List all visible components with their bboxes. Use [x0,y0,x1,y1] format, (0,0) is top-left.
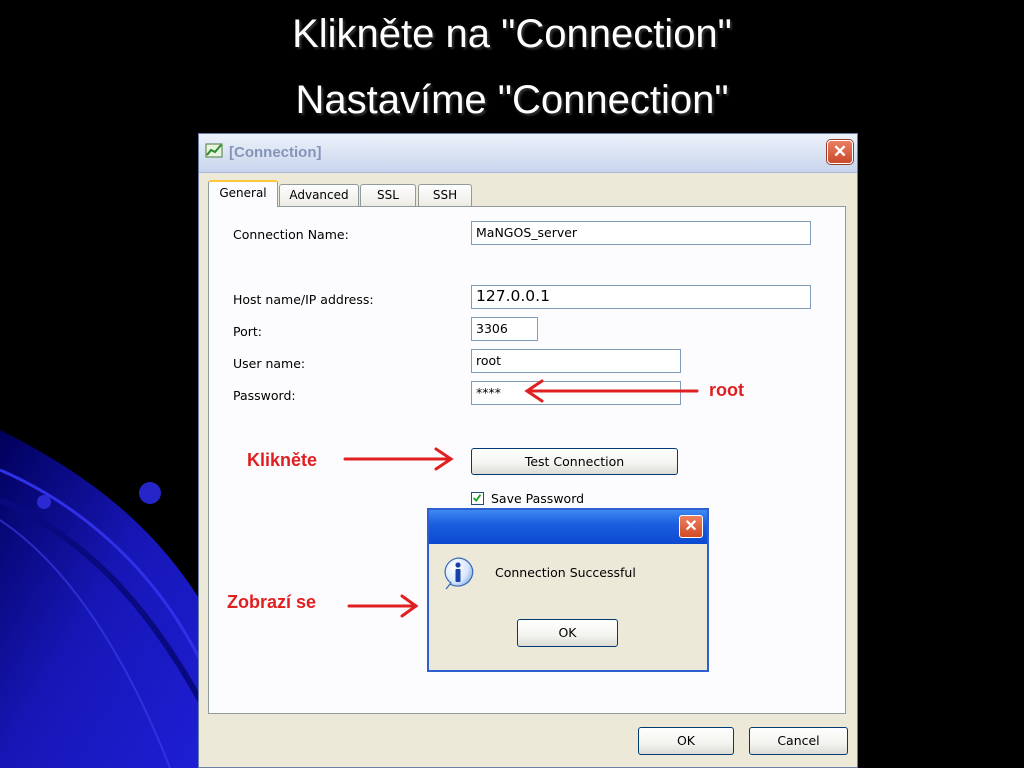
annotation-zobrazi: Zobrazí se [227,592,317,612]
window-titlebar[interactable]: [Connection] ✕ [199,134,857,173]
host-label: Host name/IP address: [233,292,374,307]
slide-title-line2: Nastavíme "Connection" [295,78,729,122]
password-input[interactable]: **** [471,381,681,405]
host-input[interactable]: 127.0.0.1 [471,285,811,309]
tab-ssl[interactable]: SSL [360,184,416,206]
test-connection-button[interactable]: Test Connection [471,448,678,475]
message-box-close-button[interactable]: ✕ [679,515,703,538]
connection-name-label: Connection Name: [233,227,349,242]
slide-title-line1: Klikněte na "Connection" [292,12,732,56]
tab-general[interactable]: General [208,180,278,207]
connection-name-input[interactable]: MaNGOS_server [471,221,811,245]
checkmark-icon [473,494,482,503]
save-password-label: Save Password [491,491,585,506]
message-box-titlebar[interactable]: ✕ [429,510,707,544]
save-password-checkbox[interactable] [471,492,484,505]
app-chart-icon [205,143,223,158]
message-ok-button[interactable]: OK [517,619,618,647]
user-name-label: User name: [233,356,306,371]
cancel-button[interactable]: Cancel [749,727,848,755]
user-name-input[interactable]: root [471,349,681,373]
port-input[interactable]: 3306 [471,317,538,341]
ok-button[interactable]: OK [638,727,734,755]
tab-ssh[interactable]: SSH [418,184,472,206]
window-close-button[interactable]: ✕ [827,140,853,164]
annotation-root: root [709,380,744,400]
message-box: ✕ Connection Successful OK [427,508,709,672]
port-label: Port: [233,324,262,339]
tab-advanced[interactable]: Advanced [279,184,359,206]
info-icon [444,557,474,590]
message-text: Connection Successful [495,565,636,580]
password-label: Password: [233,388,296,403]
annotation-kliknete: Klikněte [247,450,318,470]
window-title: [Connection] [229,144,322,161]
